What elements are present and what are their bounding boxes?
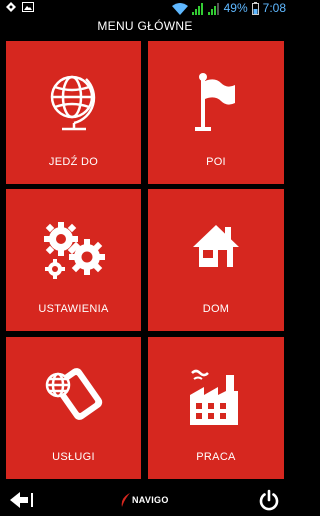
clock: 7:08 — [262, 1, 286, 15]
navigo-swoosh-icon — [121, 493, 130, 507]
logo-text: NAVIGO — [132, 495, 169, 505]
back-arrow-icon[interactable] — [8, 490, 36, 510]
tile-label: DOM — [202, 303, 230, 315]
tile-label: USŁUGI — [52, 451, 95, 463]
tile-label: POI — [206, 156, 226, 168]
tile-uslugi[interactable]: USŁUGI — [6, 337, 141, 479]
flag-icon — [195, 73, 235, 131]
signal-icon — [191, 2, 203, 15]
gears-icon — [43, 222, 105, 279]
tile-praca[interactable]: PRACA — [148, 337, 284, 479]
navigo-logo: NAVIGO — [118, 490, 169, 510]
location-icon — [6, 2, 16, 12]
phone-globe-icon — [45, 368, 102, 420]
image-icon — [22, 2, 34, 12]
tile-ustawienia[interactable]: USTAWIENIA — [6, 189, 141, 331]
main-menu-grid: JEDŹ DO POI USTAWIENIA DOM USŁUGI PRACA — [0, 37, 290, 481]
globe-icon — [50, 75, 95, 131]
bottom-bar: NAVIGO — [0, 484, 290, 516]
signal-icon — [207, 2, 219, 15]
wifi-icon — [171, 2, 188, 15]
battery-icon — [251, 2, 259, 15]
factory-icon — [190, 369, 238, 425]
status-bar: 49% 7:08 — [0, 0, 290, 17]
power-icon[interactable] — [258, 489, 280, 511]
tile-jedz-do[interactable]: JEDŹ DO — [6, 41, 141, 184]
tile-poi[interactable]: POI — [148, 41, 284, 184]
tile-dom[interactable]: DOM — [148, 189, 284, 331]
tile-label: PRACA — [196, 451, 236, 463]
tile-label: USTAWIENIA — [38, 303, 109, 315]
page-title: MENU GŁÓWNE — [0, 17, 290, 36]
tile-label: JEDŹ DO — [48, 156, 99, 168]
home-icon — [193, 225, 239, 267]
battery-percent: 49% — [223, 1, 248, 15]
